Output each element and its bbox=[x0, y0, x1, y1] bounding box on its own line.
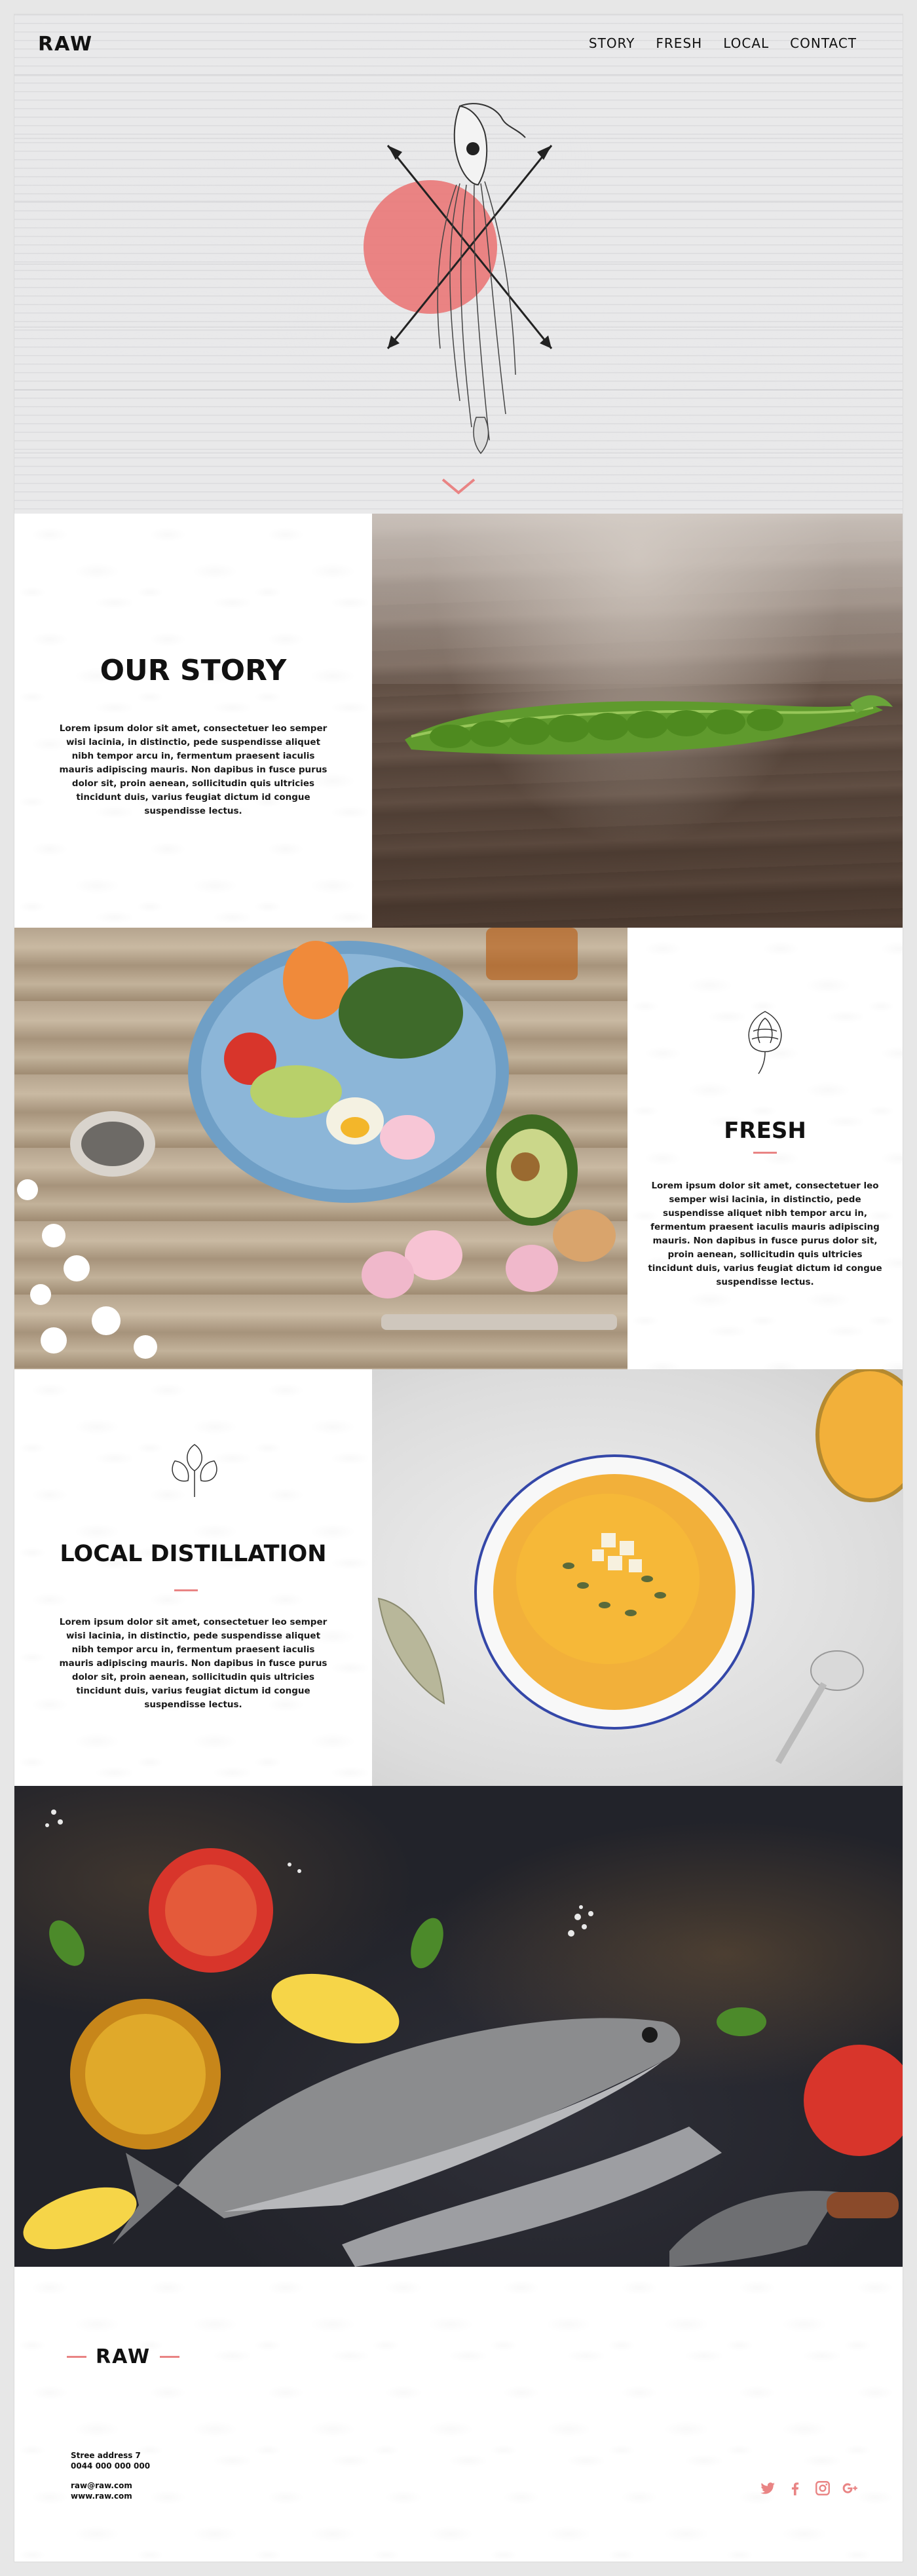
fresh-title: FRESH bbox=[724, 1118, 806, 1144]
fresh-body: Lorem ipsum dolor sit amet, consectetuer… bbox=[648, 1181, 882, 1287]
artichoke-icon bbox=[748, 1011, 782, 1074]
story-title: OUR STORY bbox=[100, 654, 287, 687]
salad-bowl-photo bbox=[14, 928, 627, 1369]
footer-logo-line-left bbox=[67, 2356, 86, 2358]
nav-contact[interactable]: CONTACT bbox=[790, 35, 857, 51]
contact-website[interactable]: www.raw.com bbox=[71, 2491, 150, 2501]
footer-section: RAW Stree address 7 0044 000 000 000 raw… bbox=[14, 2267, 903, 2562]
fish-section bbox=[14, 1786, 903, 2267]
site-logo[interactable]: RAW bbox=[38, 33, 93, 56]
footer-logo[interactable]: RAW bbox=[96, 2345, 151, 2368]
local-title: LOCAL DISTILLATION bbox=[60, 1541, 327, 1567]
facebook-icon[interactable] bbox=[786, 2479, 804, 2497]
main-nav: STORY FRESH LOCAL CONTACT bbox=[589, 35, 857, 51]
address-line-2: 0044 000 000 000 bbox=[71, 2461, 151, 2471]
fresh-section: FRESH Lorem ipsum dolor sit amet, consec… bbox=[14, 928, 903, 1369]
local-divider bbox=[174, 1589, 198, 1591]
address-line-1: Stree address 7 bbox=[71, 2451, 141, 2460]
story-body: Lorem ipsum dolor sit amet, consectetuer… bbox=[59, 723, 328, 816]
footer-logo-line-right bbox=[160, 2356, 180, 2358]
local-text-panel: LOCAL DISTILLATION Lorem ipsum dolor sit… bbox=[14, 1369, 372, 1786]
chevron-down-icon[interactable] bbox=[439, 473, 478, 499]
herb-sprig-icon bbox=[172, 1444, 217, 1497]
hero-section: RAW STORY FRESH LOCAL CONTACT bbox=[14, 14, 903, 514]
nav-local[interactable]: LOCAL bbox=[723, 35, 769, 51]
google-plus-icon[interactable] bbox=[841, 2479, 859, 2497]
pea-pod-photo bbox=[372, 514, 903, 928]
raw-trout-photo bbox=[14, 1786, 903, 2267]
story-text-panel: OUR STORY Lorem ipsum dolor sit amet, co… bbox=[14, 514, 372, 928]
footer-logo-group: RAW bbox=[67, 2345, 180, 2368]
local-body: Lorem ipsum dolor sit amet, consectetuer… bbox=[59, 1617, 328, 1710]
story-section: OUR STORY Lorem ipsum dolor sit amet, co… bbox=[14, 514, 903, 928]
twitter-icon[interactable] bbox=[758, 2479, 777, 2497]
bird-skull-with-crossed-arrows-icon bbox=[364, 103, 553, 455]
contact-email[interactable]: raw@raw.com bbox=[71, 2480, 150, 2491]
fresh-divider bbox=[753, 1152, 777, 1154]
pumpkin-soup-photo bbox=[372, 1369, 903, 1786]
page-frame: RAW STORY FRESH LOCAL CONTACT OUR STORY … bbox=[14, 14, 903, 2562]
contact-block: Stree address 7 0044 000 000 000 raw@raw… bbox=[71, 2450, 150, 2501]
nav-fresh[interactable]: FRESH bbox=[656, 35, 702, 51]
nav-story[interactable]: STORY bbox=[589, 35, 635, 51]
social-links bbox=[758, 2479, 859, 2497]
fresh-text-panel: FRESH Lorem ipsum dolor sit amet, consec… bbox=[627, 928, 903, 1369]
local-section: LOCAL DISTILLATION Lorem ipsum dolor sit… bbox=[14, 1369, 903, 1786]
instagram-icon[interactable] bbox=[814, 2479, 832, 2497]
